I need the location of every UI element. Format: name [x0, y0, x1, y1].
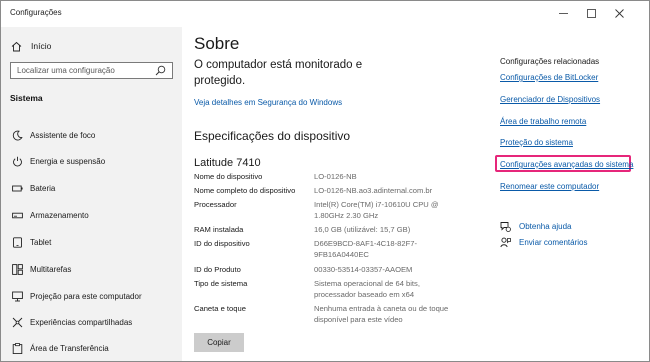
spec-value: D66E9BCD-8AF1-4C18-82F7-9FB16A0440EC — [314, 239, 417, 259]
device-manager-link[interactable]: Gerenciador de Dispositivos — [500, 95, 600, 104]
feedback-icon — [500, 237, 511, 248]
spec-key: RAM instalada — [194, 225, 244, 234]
get-help-label: Obtenha ajuda — [519, 221, 572, 231]
advanced-system-settings-link[interactable]: Configurações avançadas do sistema — [500, 160, 633, 169]
sidebar-item-label: Armazenamento — [30, 210, 89, 220]
close-icon — [614, 8, 624, 18]
send-feedback-label: Enviar comentários — [519, 237, 588, 247]
help-chat-icon — [500, 221, 511, 232]
sidebar-item-label: Início — [31, 41, 52, 51]
maximize-button[interactable] — [579, 1, 603, 25]
system-protection-link[interactable]: Proteção do sistema — [500, 138, 573, 147]
windows-security-link[interactable]: Veja detalhes em Segurança do Windows — [194, 98, 342, 107]
sidebar-item-tablet[interactable]: Tablet — [1, 232, 182, 252]
home-icon — [10, 40, 22, 52]
battery-icon — [12, 183, 23, 194]
section-label: Sistema — [10, 93, 43, 103]
tablet-icon — [12, 236, 23, 248]
sidebar-item-home[interactable]: Início — [10, 39, 51, 53]
sidebar-item-battery[interactable]: Bateria — [1, 178, 182, 198]
storage-icon — [12, 210, 23, 221]
spec-value: LO-0126-NB.ao3.adinternal.com.br — [314, 186, 433, 195]
send-feedback-link[interactable]: Enviar comentários — [500, 236, 587, 248]
spec-key: Processador — [194, 200, 237, 209]
sidebar-item-label: Tablet — [30, 237, 52, 247]
sidebar-item-label: Projeção para este computador — [30, 291, 142, 301]
maximize-icon — [586, 8, 596, 18]
bitlocker-settings-link[interactable]: Configurações de BitLocker — [500, 73, 598, 82]
spec-value: 16,0 GB (utilizável: 15,7 GB) — [314, 225, 411, 234]
remote-desktop-link[interactable]: Área de trabalho remota — [500, 117, 586, 126]
rename-pc-link[interactable]: Renomear este computador — [500, 182, 599, 191]
spec-value: LO-0126-NB — [314, 172, 357, 181]
sidebar-item-projection[interactable]: Projeção para este computador — [1, 286, 182, 306]
spec-value: 00330-53514-03357-AAOEM — [314, 265, 413, 274]
sidebar-item-label: Energia e suspensão — [30, 156, 106, 166]
projection-icon — [12, 291, 23, 302]
spec-key: ID do Produto — [194, 265, 241, 274]
sidebar-item-label: Multitarefas — [30, 264, 72, 274]
minimize-button[interactable] — [551, 1, 575, 25]
search-input[interactable] — [17, 65, 152, 76]
sidebar-item-label: Assistente de foco — [30, 130, 96, 140]
spec-key: Nome completo do dispositivo — [194, 186, 296, 195]
spec-key: ID do dispositivo — [194, 239, 250, 248]
copy-button[interactable]: Copiar — [194, 333, 244, 352]
spec-key: Nome do dispositivo — [194, 172, 263, 181]
main-content: Sobre O computador está monitorado e pro… — [182, 27, 649, 361]
spec-key: Caneta e toque — [194, 304, 246, 313]
title-bar: Configurações — [1, 1, 649, 27]
sidebar-item-clipboard[interactable]: Área de Transferência — [1, 338, 182, 358]
close-button[interactable] — [607, 1, 631, 25]
power-icon — [12, 156, 23, 167]
device-model-name: Latitude 7410 — [194, 157, 261, 169]
device-specs-heading: Especificações do dispositivo — [194, 129, 351, 143]
sidebar-item-label: Área de Transferência — [30, 343, 109, 353]
spec-value: Sistema operacional de 64 bits, processa… — [314, 279, 420, 299]
search-field[interactable] — [10, 62, 173, 79]
sidebar-item-shared-experiences[interactable]: Experiências compartilhadas — [1, 312, 182, 332]
related-settings-heading: Configurações relacionadas — [500, 57, 600, 66]
protection-status-text: O computador está monitorado e protegido… — [194, 59, 363, 87]
multitask-icon — [12, 263, 23, 275]
spec-value: Intel(R) Core(TM) i7-10610U CPU @ 1.80GH… — [314, 200, 439, 220]
shared-icon — [12, 317, 23, 328]
sidebar-item-power[interactable]: Energia e suspensão — [1, 151, 182, 171]
settings-window: Configurações Início Sistema Assist — [0, 0, 650, 362]
spec-value: Nenhuma entrada à caneta ou de toque dis… — [314, 304, 449, 324]
sidebar: Início Sistema Assistente de foco Energi… — [1, 27, 182, 361]
sidebar-item-label: Bateria — [30, 183, 56, 193]
spec-key: Tipo de sistema — [194, 279, 248, 288]
minimize-icon — [558, 12, 568, 14]
window-title: Configurações — [10, 8, 62, 17]
moon-icon — [12, 130, 23, 141]
search-icon — [155, 65, 166, 76]
page-title: Sobre — [194, 34, 240, 53]
sidebar-item-multitasking[interactable]: Multitarefas — [1, 259, 182, 279]
get-help-link[interactable]: Obtenha ajuda — [500, 220, 572, 232]
sidebar-item-storage[interactable]: Armazenamento — [1, 205, 182, 225]
clipboard-icon — [12, 342, 23, 354]
sidebar-item-label: Experiências compartilhadas — [30, 317, 133, 327]
sidebar-item-focus-assist[interactable]: Assistente de foco — [1, 125, 182, 145]
